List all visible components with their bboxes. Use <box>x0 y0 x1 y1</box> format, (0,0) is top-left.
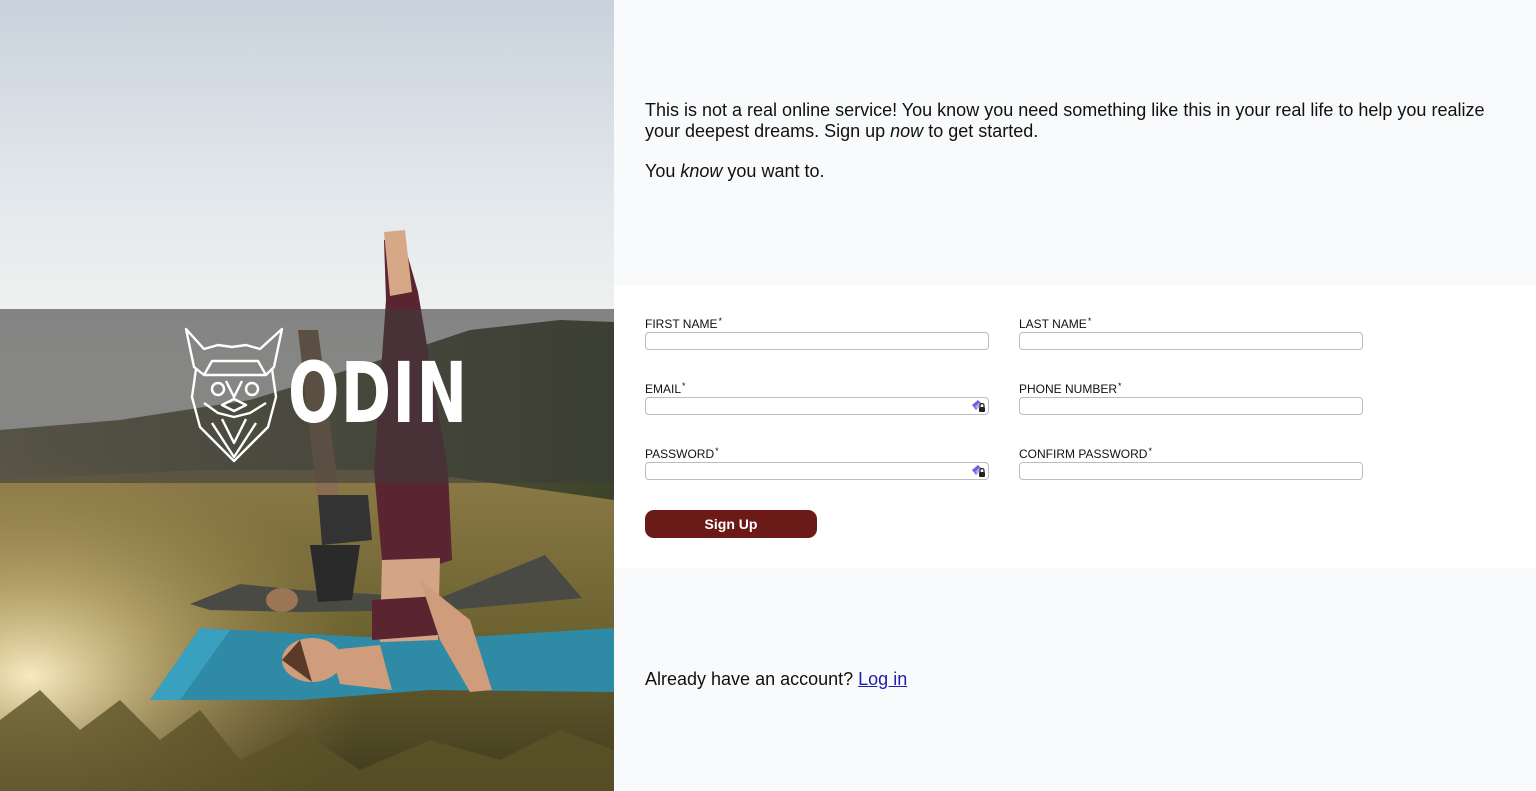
hero-panel: ODIN <box>0 0 614 791</box>
login-prompt: Already have an account? Log in <box>645 668 907 690</box>
intro-paragraph-2: You know you want to. <box>645 161 1505 182</box>
required-marker: * <box>682 381 686 391</box>
password-field: PASSWORD* <box>645 446 989 480</box>
intro-text-part: you want to. <box>722 161 825 181</box>
required-marker: * <box>1118 381 1122 391</box>
email-input[interactable] <box>645 397 989 415</box>
brand-wordmark: ODIN <box>288 344 469 442</box>
confirm-password-input[interactable] <box>1019 462 1363 480</box>
confirm-password-label: CONFIRM PASSWORD* <box>1019 446 1152 461</box>
phone-label: PHONE NUMBER* <box>1019 381 1122 396</box>
intro-text-part: You <box>645 161 681 181</box>
email-label: EMAIL* <box>645 381 686 396</box>
content-panel: This is not a real online service! You k… <box>614 0 1536 791</box>
login-link[interactable]: Log in <box>858 669 907 689</box>
required-marker: * <box>718 316 722 326</box>
required-marker: * <box>1148 446 1152 456</box>
sign-up-button[interactable]: Sign Up <box>645 510 817 538</box>
last-name-field: LAST NAME* <box>1019 316 1363 350</box>
intro-emphasis-now: now <box>890 121 924 141</box>
first-name-field: FIRST NAME* <box>645 316 989 350</box>
password-manager-icon[interactable] <box>970 398 986 414</box>
password-label: PASSWORD* <box>645 446 719 461</box>
phone-input[interactable] <box>1019 397 1363 415</box>
first-name-label: FIRST NAME* <box>645 316 722 331</box>
intro-text: This is not a real online service! You k… <box>645 100 1505 201</box>
intro-paragraph-1: This is not a real online service! You k… <box>645 100 1505 142</box>
password-manager-icon[interactable] <box>970 463 986 479</box>
last-name-label: LAST NAME* <box>1019 316 1092 331</box>
required-marker: * <box>715 446 719 456</box>
email-field: EMAIL* <box>645 381 989 415</box>
phone-field: PHONE NUMBER* <box>1019 381 1363 415</box>
viking-logo-icon <box>184 327 284 463</box>
login-prompt-text: Already have an account? <box>645 669 859 689</box>
confirm-password-field: CONFIRM PASSWORD* <box>1019 446 1363 480</box>
signup-page: ODIN This is not a real online service! … <box>0 0 1536 791</box>
signup-form: FIRST NAME* LAST NAME* EMAIL* PHONE NUMB… <box>614 285 1536 568</box>
intro-text-part: to get started. <box>923 121 1039 141</box>
intro-emphasis-know: know <box>680 161 723 181</box>
first-name-input[interactable] <box>645 332 989 350</box>
password-input[interactable] <box>645 462 989 480</box>
required-marker: * <box>1087 316 1092 326</box>
last-name-input[interactable] <box>1019 332 1363 350</box>
intro-text-part: This is not a real online service! You k… <box>645 100 1485 141</box>
